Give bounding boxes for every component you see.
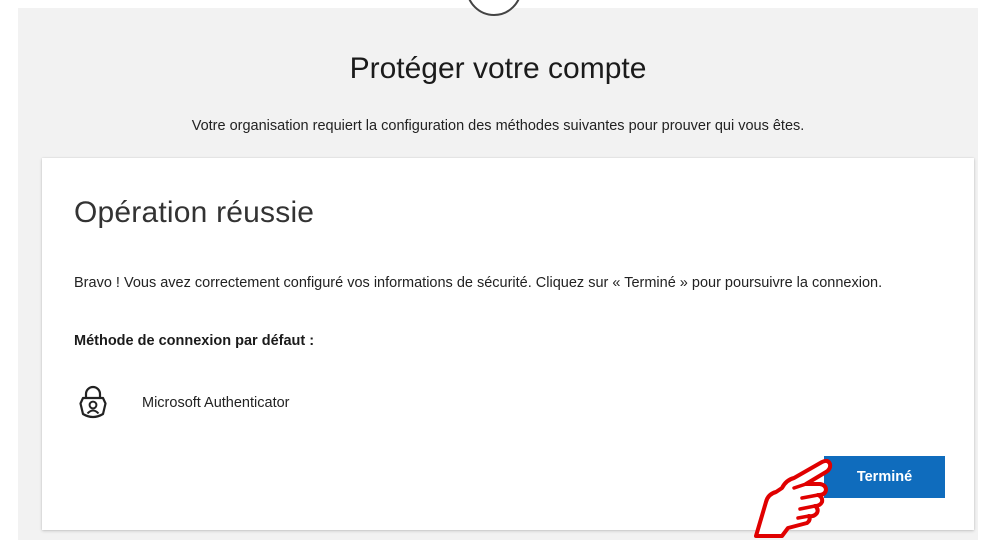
default-method-label: Méthode de connexion par défaut : (74, 333, 315, 349)
method-name: Microsoft Authenticator (142, 395, 290, 411)
default-method-row: Microsoft Authenticator (76, 384, 290, 422)
page-subtitle: Votre organisation requiert la configura… (191, 118, 805, 134)
page-title: Protéger votre compte (349, 52, 647, 85)
success-message: Bravo ! Vous avez correctement configuré… (74, 275, 883, 291)
done-button[interactable]: Terminé (824, 456, 945, 498)
authenticator-lock-icon (76, 384, 110, 422)
card-title: Opération réussie (74, 196, 315, 229)
pointing-hand-icon (754, 458, 833, 538)
